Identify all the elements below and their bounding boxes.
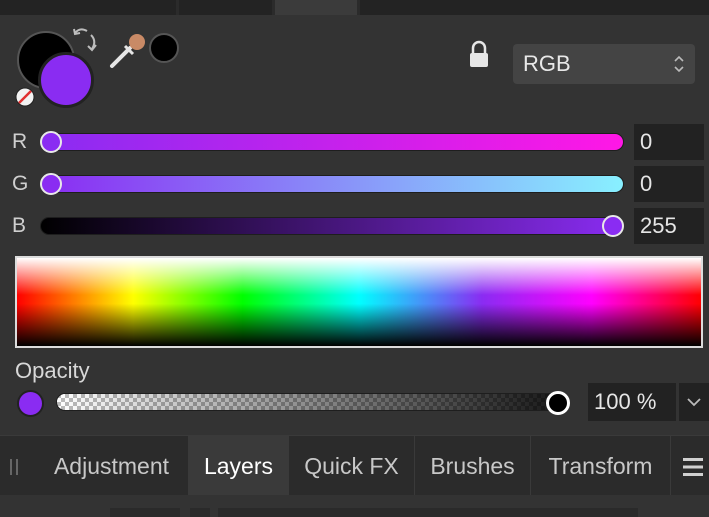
top-tab[interactable] (179, 0, 272, 15)
channel-label-b: B (12, 214, 27, 237)
opacity-value[interactable]: 100 % (588, 383, 676, 421)
layers-toolbar-control[interactable] (218, 508, 638, 517)
slider-track-b[interactable] (40, 217, 624, 235)
slider-thumb-b[interactable] (602, 215, 624, 237)
slider-thumb-g[interactable] (40, 173, 62, 195)
opacity-label: Opacity (15, 358, 90, 383)
studio-tab-bar: Adjustment Layers Quick FX Brushes Trans… (0, 435, 709, 496)
channel-label-g: G (12, 172, 29, 195)
secondary-color-well[interactable] (38, 52, 94, 108)
top-tab-active[interactable] (275, 0, 357, 15)
slider-track-g[interactable] (40, 175, 624, 193)
swap-arrows-icon[interactable] (70, 25, 98, 53)
slider-thumb-r[interactable] (40, 131, 62, 153)
opacity-slider-track[interactable] (56, 393, 570, 411)
color-model-select[interactable]: RGB (513, 44, 695, 84)
opacity-gradient (57, 394, 569, 410)
channel-value-b[interactable]: 255 (634, 208, 704, 244)
channel-label-r: R (12, 130, 28, 153)
top-tab[interactable] (0, 0, 176, 15)
color-spectrum[interactable] (15, 256, 703, 348)
top-tab[interactable] (360, 0, 709, 15)
lock-icon[interactable] (467, 40, 491, 70)
spectrum-shade (17, 258, 701, 346)
tab-adjustment[interactable]: Adjustment (35, 436, 189, 496)
chevron-down-icon (687, 398, 701, 407)
no-color-icon[interactable] (14, 86, 36, 108)
tab-brushes[interactable]: Brushes (415, 436, 531, 496)
drag-grip-icon[interactable] (8, 458, 20, 476)
channel-value-g[interactable]: 0 (634, 166, 704, 202)
picked-color-swatch[interactable] (149, 33, 179, 63)
channel-value-r[interactable]: 0 (634, 124, 704, 160)
color-model-value: RGB (523, 51, 571, 76)
opacity-slider-thumb[interactable] (546, 391, 570, 415)
panel-tab-strip (0, 0, 709, 15)
up-down-chevron-icon (674, 55, 684, 73)
tab-transform[interactable]: Transform (531, 436, 671, 496)
hamburger-menu-icon[interactable] (681, 456, 705, 478)
opacity-color-swatch (17, 390, 44, 417)
layers-toolbar-control[interactable] (110, 508, 180, 517)
tab-quick-fx[interactable]: Quick FX (289, 436, 415, 496)
eyedropper-icon[interactable] (108, 30, 150, 70)
slider-track-r[interactable] (40, 133, 624, 151)
opacity-dropdown-button[interactable] (679, 383, 709, 421)
layers-toolbar-control[interactable] (190, 508, 210, 517)
tab-layers[interactable]: Layers (189, 436, 289, 496)
